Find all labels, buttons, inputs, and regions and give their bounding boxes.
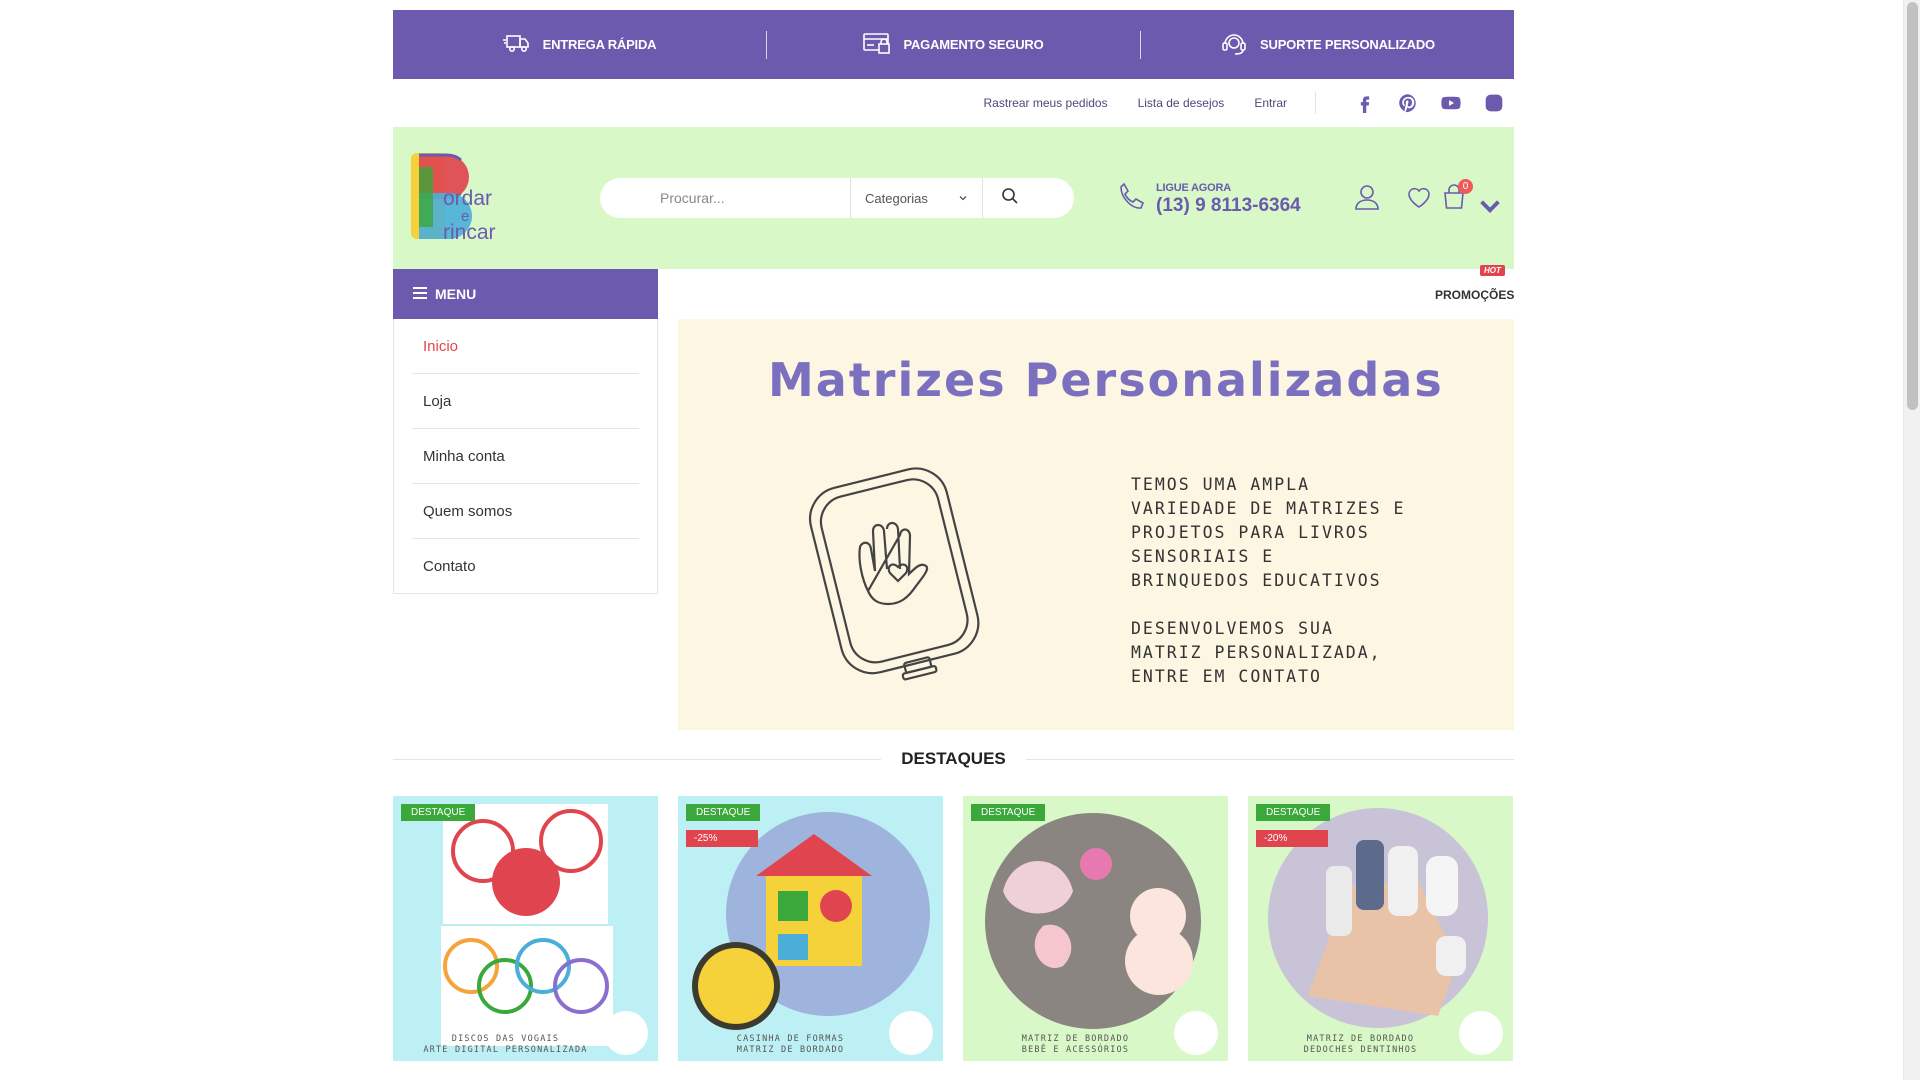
- wishlist-button[interactable]: [1405, 183, 1435, 213]
- discount-badge: -25%: [686, 830, 758, 847]
- cart-icon: [1440, 184, 1468, 215]
- search-bar: Categorias: [600, 178, 1074, 218]
- menu-toggle[interactable]: MENU: [393, 269, 658, 319]
- login-link[interactable]: Entrar: [1254, 96, 1287, 110]
- discount-badge: -20%: [1256, 830, 1328, 847]
- phone-label: LIGUE AGORA: [1156, 182, 1232, 194]
- hamburger-icon: [413, 286, 427, 302]
- chevron-down-icon: [1476, 192, 1504, 225]
- product-card[interactable]: DESTAQUE -25% CASINHA DE FORMAS MATRIZ D…: [678, 796, 943, 1061]
- phone-contact[interactable]: LIGUE AGORA (13) 9 8113-6364: [1116, 181, 1301, 218]
- banner-text: TEMOS UMA AMPLA VARIEDADE DE MATRIZES E …: [1131, 475, 1406, 686]
- featured-badge: DESTAQUE: [401, 804, 476, 821]
- embroidery-hoop-hand-illustration: [788, 451, 998, 681]
- search-input[interactable]: [600, 178, 850, 218]
- hero-banner[interactable]: Matrizes Personalizadas TEMOS UMA AMPLA …: [678, 319, 1514, 730]
- logo-text: ordar: [443, 187, 492, 210]
- info-fast-delivery: ENTREGA RÁPIDA: [393, 30, 766, 59]
- top-links-bar: Rastrear meus pedidos Lista de desejos E…: [393, 79, 1514, 127]
- site-header: ordar e rincar Categorias LIGUE AGORA (1…: [393, 127, 1514, 269]
- divider: [1315, 92, 1316, 114]
- hot-badge: HOT: [1480, 265, 1505, 276]
- menu-item-minha-conta[interactable]: Minha conta: [412, 429, 639, 484]
- menu-title: MENU: [435, 286, 477, 302]
- phone-number[interactable]: (13) 9 8113-6364: [1156, 195, 1301, 217]
- cart-button[interactable]: 0: [1440, 179, 1500, 215]
- promotions-link[interactable]: PROMOÇÕES: [1435, 288, 1514, 302]
- facebook-icon[interactable]: [1355, 93, 1375, 113]
- info-label: SUPORTE PERSONALIZADO: [1260, 37, 1435, 52]
- info-bar: ENTREGA RÁPIDA PAGAMENTO SEGURO SUPORTE …: [393, 10, 1514, 79]
- menu-item-inicio[interactable]: Inicio: [412, 319, 639, 374]
- side-menu: Inicio Loja Minha conta Quem somos Conta…: [393, 319, 658, 594]
- product-card[interactable]: DESTAQUE MATRIZ DE BORDADO BEBÊ E ACESSÓ…: [963, 796, 1228, 1061]
- category-select[interactable]: Categorias: [850, 178, 983, 218]
- product-caption: MATRIZ DE BORDADO DEDOCHES DENTINHOS: [1303, 1034, 1418, 1055]
- chevron-down-icon: [958, 191, 968, 206]
- page-scrollbar[interactable]: [1903, 0, 1920, 1080]
- featured-badge: DESTAQUE: [686, 804, 761, 821]
- search-icon: [1001, 187, 1019, 210]
- product-caption: MATRIZ DE BORDADO BEBÊ E ACESSÓRIOS: [1021, 1034, 1130, 1055]
- divider: [1025, 758, 1515, 760]
- product-card[interactable]: DESTAQUE DISCOS DAS VOGAIS ARTE DIGITAL …: [393, 796, 658, 1061]
- cart-count-badge: 0: [1458, 179, 1473, 194]
- logo-text: rincar: [443, 221, 496, 243]
- divider: [393, 758, 882, 760]
- featured-badge: DESTAQUE: [971, 804, 1046, 821]
- product-grid: DESTAQUE DISCOS DAS VOGAIS ARTE DIGITAL …: [393, 796, 1514, 1061]
- info-support: SUPORTE PERSONALIZADO: [1141, 30, 1514, 59]
- scrollbar-thumb[interactable]: [1907, 2, 1918, 410]
- featured-section-header: DESTAQUES: [393, 745, 1515, 773]
- info-secure-payment: PAGAMENTO SEGURO: [767, 30, 1140, 59]
- product-card[interactable]: DESTAQUE -20% MATRIZ DE BORDADO DEDOCHES…: [1248, 796, 1513, 1061]
- headset-icon: [1220, 30, 1248, 59]
- user-icon: [1353, 185, 1381, 215]
- track-orders-link[interactable]: Rastrear meus pedidos: [984, 96, 1108, 110]
- category-select-label: Categorias: [865, 190, 928, 206]
- youtube-icon[interactable]: [1441, 93, 1461, 113]
- menu-item-loja[interactable]: Loja: [412, 374, 639, 429]
- credit-card-icon: [863, 30, 891, 59]
- phone-icon: [1116, 181, 1146, 218]
- heart-icon: [1405, 187, 1433, 215]
- pinterest-icon[interactable]: [1398, 93, 1418, 113]
- info-label: PAGAMENTO SEGURO: [903, 37, 1044, 52]
- featured-badge: DESTAQUE: [1256, 804, 1331, 821]
- truck-icon: [502, 30, 531, 59]
- menu-item-contato[interactable]: Contato: [412, 539, 639, 594]
- product-caption: CASINHA DE FORMAS MATRIZ DE BORDADO: [736, 1034, 845, 1055]
- search-button[interactable]: [983, 178, 1073, 218]
- menu-item-quem-somos[interactable]: Quem somos: [412, 484, 639, 539]
- info-label: ENTREGA RÁPIDA: [542, 37, 657, 52]
- banner-title: Matrizes Personalizadas: [768, 353, 1444, 407]
- section-title: DESTAQUES: [901, 749, 1006, 768]
- product-caption: DISCOS DAS VOGAIS ARTE DIGITAL PERSONALI…: [423, 1034, 588, 1055]
- instagram-icon[interactable]: [1484, 93, 1504, 113]
- site-logo[interactable]: ordar e rincar: [411, 153, 515, 244]
- wishlist-link[interactable]: Lista de desejos: [1138, 96, 1225, 110]
- account-button[interactable]: [1353, 183, 1383, 213]
